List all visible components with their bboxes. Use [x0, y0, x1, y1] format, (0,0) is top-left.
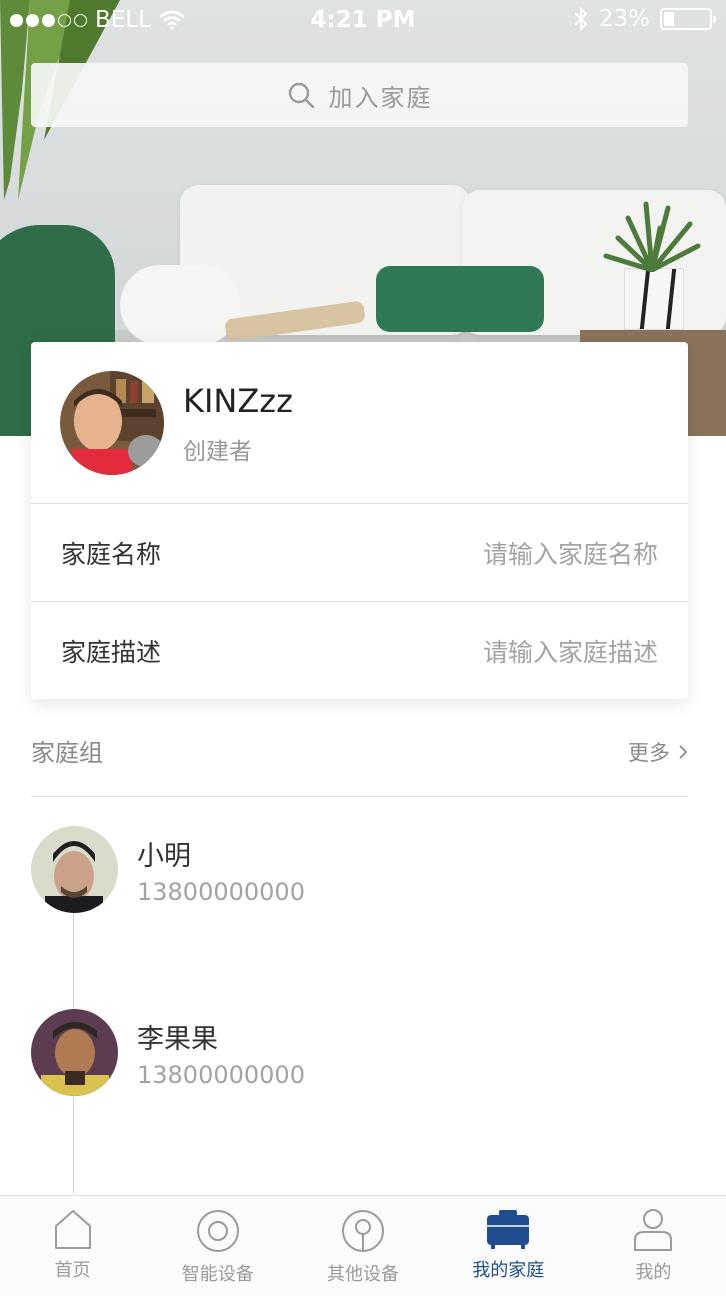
creator-profile: KINZzz 创建者 [31, 342, 688, 504]
tab-my-family-label: 我的家庭 [472, 1260, 545, 1281]
avatar [31, 1009, 118, 1096]
battery-fill [664, 12, 674, 26]
join-family-search[interactable]: 加入家庭 [31, 63, 688, 127]
search-placeholder: 加入家庭 [328, 83, 433, 112]
family-name-label: 家庭名称 [61, 540, 162, 569]
family-group-title: 家庭组 [31, 739, 103, 767]
member-phone: 13800000000 [137, 878, 305, 906]
tab-home[interactable]: 首页 [0, 1196, 145, 1296]
family-description-label: 家庭描述 [61, 637, 162, 667]
avatar [31, 826, 118, 913]
tab-other-devices[interactable]: 其他设备 [290, 1196, 435, 1296]
family-name-field[interactable]: 家庭名称 请输入家庭名称 [31, 505, 688, 602]
more-link[interactable]: 更多 [628, 725, 688, 767]
search-icon [288, 82, 314, 109]
tab-me[interactable]: 我的 [581, 1196, 726, 1296]
family-description-field[interactable]: 家庭描述 请输入家庭描述 [31, 602, 688, 699]
creator-role: 创建者 [183, 439, 252, 465]
tab-me-label: 我的 [635, 1262, 672, 1283]
smart-device-icon [196, 1210, 239, 1252]
member-name: 小明 [137, 841, 191, 872]
bluetooth-icon [574, 6, 588, 32]
hero-plant [603, 201, 701, 272]
tab-smart-devices-label: 智能设备 [181, 1264, 254, 1285]
hero-sofa-arm [120, 265, 240, 345]
family-group-header: 家庭组 更多 [31, 725, 688, 797]
status-bar: BELL 4:21 PM 23% [0, 0, 726, 40]
list-item[interactable]: 李果果 13800000000 [31, 1009, 688, 1099]
battery-percentage: 23% [598, 6, 650, 32]
hero-plant-pot [624, 268, 684, 330]
tab-home-label: 首页 [54, 1260, 91, 1281]
bottom-tab-bar: 首页 智能设备 其他设备 我的家庭 我的 [0, 1195, 726, 1296]
avatar[interactable] [60, 371, 164, 475]
family-info-card: KINZzz 创建者 家庭名称 请输入家庭名称 家庭描述 请输入家庭描述 [31, 342, 688, 699]
user-icon [634, 1209, 673, 1251]
member-phone: 13800000000 [137, 1061, 305, 1089]
battery-icon [660, 8, 716, 30]
tab-smart-devices[interactable]: 智能设备 [145, 1196, 290, 1296]
family-icon [487, 1210, 530, 1249]
tab-other-devices-label: 其他设备 [327, 1264, 399, 1285]
creator-name: KINZzz [183, 382, 293, 420]
family-name-input[interactable]: 请输入家庭名称 [483, 535, 658, 571]
home-icon [54, 1210, 91, 1249]
more-label: 更多 [628, 741, 670, 765]
hero-green-pillow [376, 266, 544, 332]
other-device-icon [342, 1210, 384, 1252]
member-name: 李果果 [137, 1024, 218, 1055]
family-description-input[interactable]: 请输入家庭描述 [483, 633, 658, 669]
list-item[interactable]: 小明 13800000000 [31, 826, 688, 916]
tab-my-family[interactable]: 我的家庭 [436, 1196, 581, 1296]
chevron-right-icon [679, 745, 688, 759]
